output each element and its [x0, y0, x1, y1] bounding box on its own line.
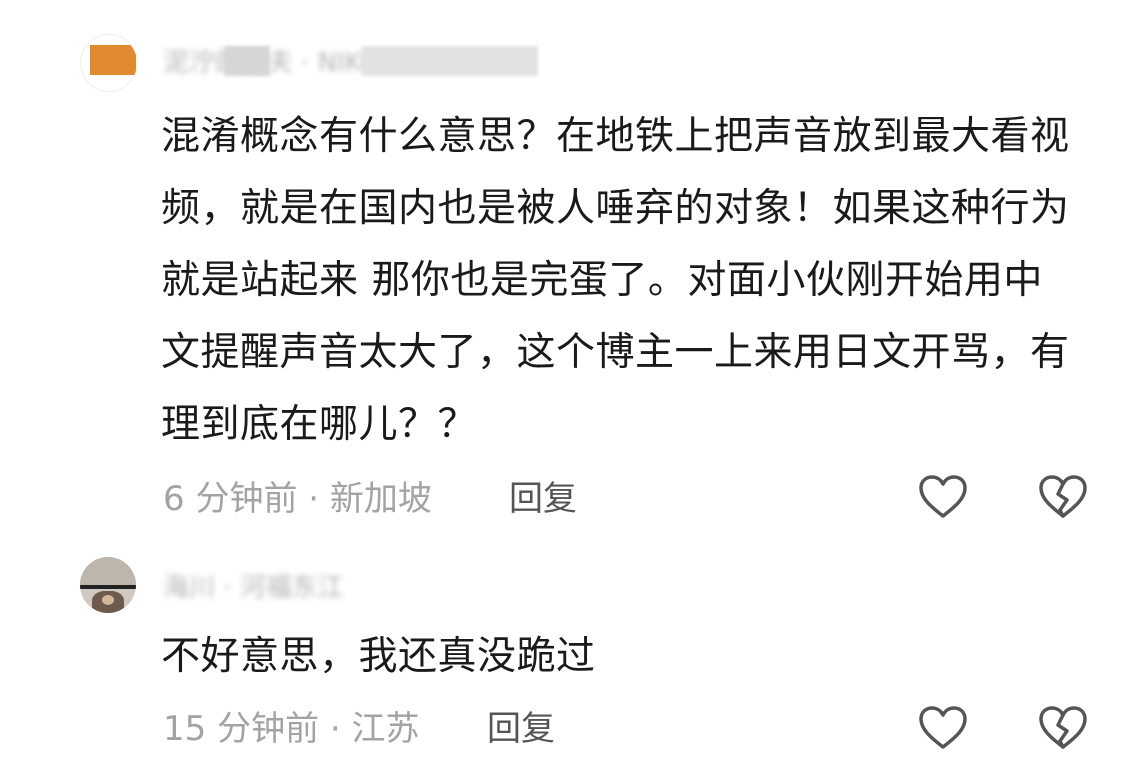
- username-blurred[interactable]: 海川 · 河福东江: [163, 573, 344, 603]
- reply-button[interactable]: 回复: [509, 479, 577, 519]
- comment-meta: 6 分钟前 · 新加坡: [163, 479, 432, 519]
- avatar-image: [80, 585, 136, 589]
- heart-outline-icon[interactable]: [918, 474, 968, 520]
- comment-meta: 15 分钟前 · 江苏: [163, 709, 420, 749]
- avatar-image: [90, 45, 136, 75]
- heart-outline-icon[interactable]: [918, 705, 968, 751]
- broken-heart-outline-icon[interactable]: [1038, 474, 1088, 520]
- redaction-block: [224, 46, 270, 76]
- comment-text: 不好意思，我还真没跪过: [161, 634, 596, 679]
- avatar-image: [102, 595, 114, 605]
- avatar-image: [80, 557, 136, 585]
- broken-heart-outline-icon[interactable]: [1038, 705, 1088, 751]
- avatar[interactable]: [80, 34, 138, 92]
- comment-text: 混淆概念有什么意思？在地铁上把声音放到最大看视频，就是在国内也是被人唾弃的对象！…: [161, 114, 1070, 447]
- redaction-block: [362, 46, 538, 76]
- reply-button[interactable]: 回复: [487, 709, 555, 749]
- avatar[interactable]: [80, 557, 136, 613]
- username-blurred[interactable]: 泥泞的船夫 · NIKO: [163, 48, 381, 78]
